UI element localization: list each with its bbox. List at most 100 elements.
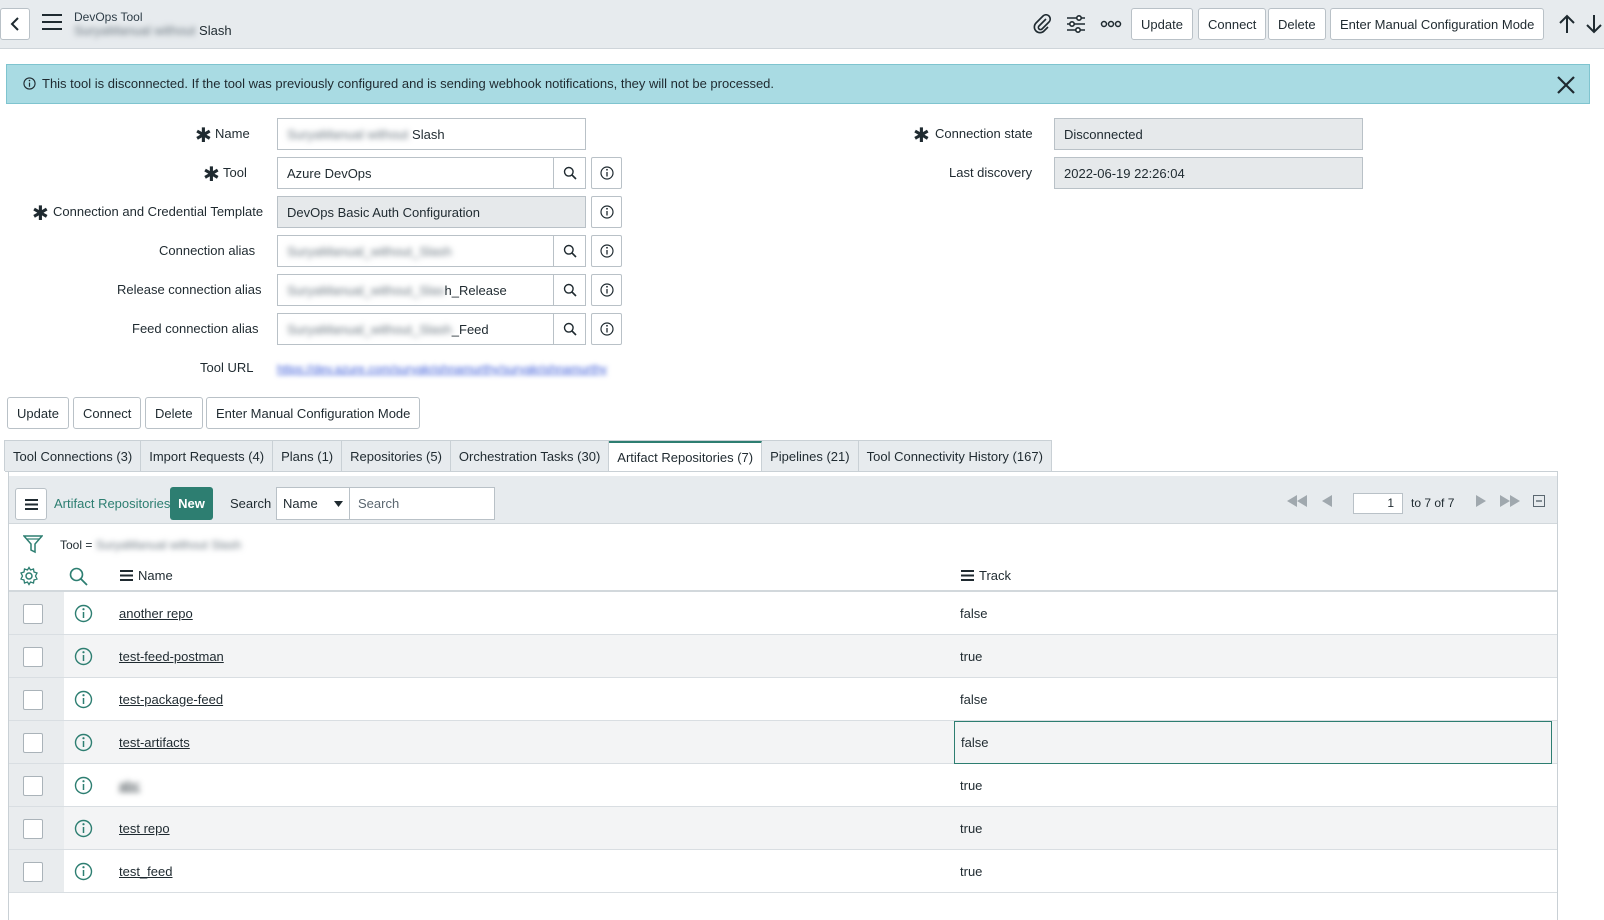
table-row[interactable]: test repo true bbox=[9, 807, 1557, 850]
tab-orchestration-tasks[interactable]: Orchestration Tasks (30) bbox=[450, 441, 610, 472]
tab-plans[interactable]: Plans (1) bbox=[273, 441, 343, 472]
table-row[interactable]: test_feed true bbox=[9, 850, 1557, 893]
track-cell[interactable]: false bbox=[954, 592, 1552, 635]
filter-icon[interactable] bbox=[23, 534, 43, 554]
row-checkbox[interactable] bbox=[23, 733, 43, 753]
connection-alias-lookup-button[interactable] bbox=[553, 235, 586, 267]
track-cell[interactable]: false bbox=[954, 678, 1552, 721]
header-delete-button[interactable]: Delete bbox=[1268, 8, 1326, 40]
row-checkbox[interactable] bbox=[23, 862, 43, 882]
back-button[interactable] bbox=[0, 8, 30, 40]
previous-page-icon[interactable] bbox=[1321, 495, 1333, 507]
name-field[interactable]: SuryaManual without Slash bbox=[277, 118, 586, 150]
more-icon[interactable] bbox=[1099, 12, 1123, 36]
column-header-name[interactable]: Name bbox=[120, 568, 173, 583]
next-page-icon[interactable] bbox=[1475, 495, 1487, 507]
last-discovery-field: 2022-06-19 22:26:04 bbox=[1054, 157, 1363, 189]
list-menu-button[interactable] bbox=[15, 488, 47, 520]
track-cell-selected[interactable]: false bbox=[954, 721, 1552, 764]
alert-message: This tool is disconnected. If the tool w… bbox=[42, 76, 775, 91]
collapse-icon[interactable] bbox=[1533, 495, 1545, 507]
tool-field[interactable]: Azure DevOps bbox=[277, 157, 555, 189]
manual-config-button[interactable]: Enter Manual Configuration Mode bbox=[206, 397, 421, 429]
tab-tool-connectivity-history[interactable]: Tool Connectivity History (167) bbox=[858, 441, 1052, 472]
search-icon bbox=[563, 166, 577, 180]
credential-template-info-button[interactable] bbox=[591, 196, 622, 228]
info-icon[interactable] bbox=[74, 819, 93, 838]
list-title[interactable]: Artifact Repositories bbox=[54, 496, 170, 511]
tool-url-link[interactable]: https://dev.azure.com/suryakrishnamurthy… bbox=[277, 362, 607, 376]
new-button[interactable]: New bbox=[170, 487, 213, 520]
table-row[interactable]: test-artifacts false bbox=[9, 721, 1557, 764]
arrow-up-icon[interactable] bbox=[1555, 12, 1579, 36]
track-cell[interactable]: true bbox=[954, 807, 1552, 850]
connection-alias-info-button[interactable] bbox=[591, 235, 622, 267]
first-page-icon[interactable] bbox=[1285, 495, 1309, 507]
track-cell[interactable]: true bbox=[954, 764, 1552, 807]
delete-button[interactable]: Delete bbox=[145, 397, 203, 429]
page-input[interactable]: 1 bbox=[1353, 493, 1403, 514]
arrow-down-icon[interactable] bbox=[1584, 12, 1604, 36]
row-checkbox[interactable] bbox=[23, 647, 43, 667]
tool-info-button[interactable] bbox=[591, 157, 622, 189]
tab-import-requests[interactable]: Import Requests (4) bbox=[141, 441, 274, 472]
table-row[interactable]: test-feed-postman true bbox=[9, 635, 1557, 678]
header-update-button[interactable]: Update bbox=[1131, 8, 1193, 40]
update-button[interactable]: Update bbox=[7, 397, 69, 429]
feed-alias-field[interactable]: SuryaManual_without_Slash _Feed bbox=[277, 313, 555, 345]
table-row[interactable]: abc true bbox=[9, 764, 1557, 807]
search-icon[interactable] bbox=[69, 567, 88, 586]
repository-name-link[interactable]: test-artifacts bbox=[119, 735, 190, 750]
release-alias-field[interactable]: SuryaManual_without_Slas h_Release bbox=[277, 274, 555, 306]
info-icon[interactable] bbox=[74, 604, 93, 623]
column-menu-icon bbox=[120, 570, 133, 581]
connection-state-label: Connection state bbox=[935, 126, 1033, 141]
track-cell[interactable]: true bbox=[954, 850, 1552, 893]
table-row[interactable]: test-package-feed false bbox=[9, 678, 1557, 721]
repository-name-link[interactable]: test repo bbox=[119, 821, 170, 836]
tab-artifact-repositories[interactable]: Artifact Repositories (7) bbox=[609, 441, 763, 472]
search-field-select[interactable]: Name bbox=[276, 487, 350, 520]
release-alias-lookup-button[interactable] bbox=[553, 274, 586, 306]
track-cell[interactable]: true bbox=[954, 635, 1552, 678]
row-checkbox[interactable] bbox=[23, 819, 43, 839]
record-title: SuryaManual without Slash bbox=[74, 23, 232, 38]
column-header-track[interactable]: Track bbox=[961, 568, 1011, 583]
gear-icon[interactable] bbox=[19, 566, 39, 586]
filter-value[interactable]: SuryaManual without Slash bbox=[96, 538, 241, 552]
row-checkbox[interactable] bbox=[23, 690, 43, 710]
release-alias-info-button[interactable] bbox=[591, 274, 622, 306]
repository-name-link[interactable]: test-package-feed bbox=[119, 692, 223, 707]
tab-repositories[interactable]: Repositories (5) bbox=[342, 441, 451, 472]
search-input[interactable]: Search bbox=[349, 487, 495, 520]
menu-icon[interactable] bbox=[42, 14, 62, 32]
info-icon[interactable] bbox=[74, 776, 93, 795]
row-checkbox[interactable] bbox=[23, 776, 43, 796]
info-icon[interactable] bbox=[74, 647, 93, 666]
repository-name-link[interactable]: test_feed bbox=[119, 864, 173, 879]
connection-alias-label: Connection alias bbox=[159, 243, 256, 258]
table-row[interactable]: another repo false bbox=[9, 592, 1557, 635]
feed-alias-info-button[interactable] bbox=[591, 313, 622, 345]
repository-name-link[interactable]: abc bbox=[119, 778, 140, 793]
repository-name-link[interactable]: another repo bbox=[119, 606, 193, 621]
tab-pipelines[interactable]: Pipelines (21) bbox=[762, 441, 859, 472]
connect-button[interactable]: Connect bbox=[73, 397, 142, 429]
row-checkbox[interactable] bbox=[23, 604, 43, 624]
attachment-icon[interactable] bbox=[1030, 12, 1054, 36]
header-connect-button[interactable]: Connect bbox=[1198, 8, 1267, 40]
required-icon: ✱ bbox=[32, 203, 49, 225]
close-icon[interactable] bbox=[1555, 74, 1577, 96]
feed-alias-lookup-button[interactable] bbox=[553, 313, 586, 345]
settings-sliders-icon[interactable] bbox=[1064, 12, 1088, 36]
connection-alias-field[interactable]: SuryaManual_without_Slash bbox=[277, 235, 555, 267]
last-page-icon[interactable] bbox=[1498, 495, 1522, 507]
filter-label: Tool = bbox=[60, 538, 93, 552]
info-icon[interactable] bbox=[74, 690, 93, 709]
tool-lookup-button[interactable] bbox=[553, 157, 586, 189]
info-icon[interactable] bbox=[74, 733, 93, 752]
info-icon[interactable] bbox=[74, 862, 93, 881]
tab-tool-connections[interactable]: Tool Connections (3) bbox=[5, 441, 142, 472]
header-manual-config-button[interactable]: Enter Manual Configuration Mode bbox=[1330, 8, 1545, 40]
repository-name-link[interactable]: test-feed-postman bbox=[119, 649, 224, 664]
